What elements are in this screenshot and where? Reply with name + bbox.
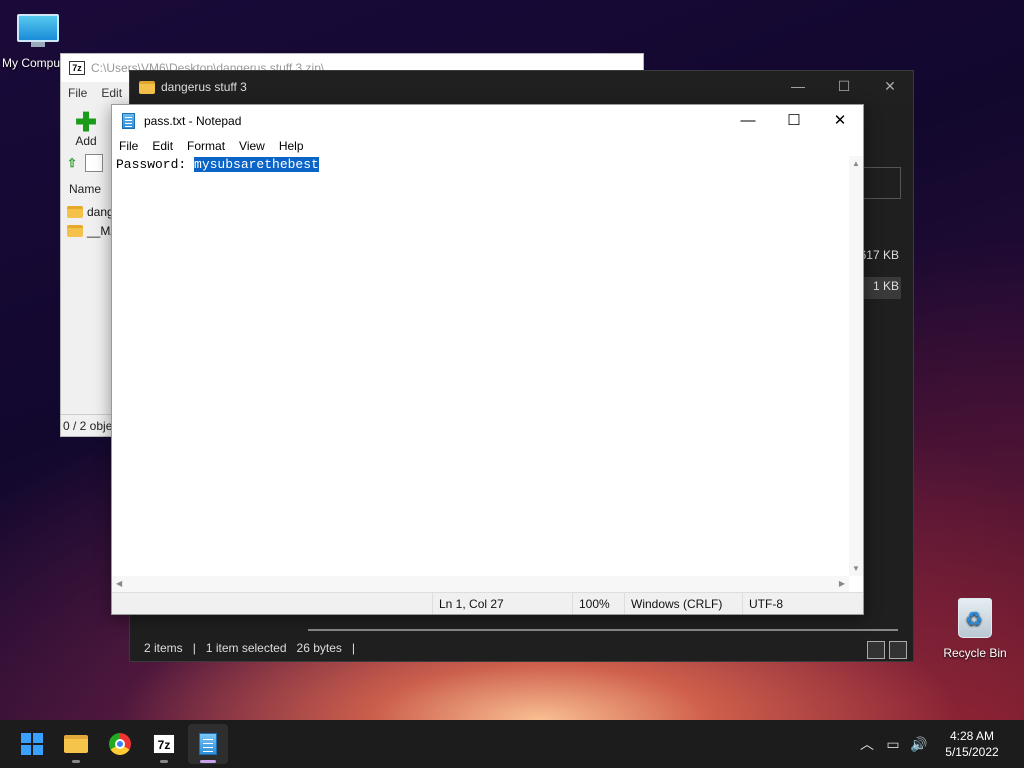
taskbar-chrome[interactable] <box>100 724 140 764</box>
vertical-scrollbar[interactable]: ▲ ▼ <box>849 156 863 576</box>
horizontal-scrollbar[interactable] <box>308 629 898 631</box>
maximize-button[interactable]: ☐ <box>771 105 817 135</box>
editor-text: Password: <box>116 157 195 172</box>
search-input[interactable] <box>861 167 901 199</box>
tiles-view-button[interactable] <box>889 641 907 659</box>
monitor-icon <box>17 14 59 48</box>
scroll-down-icon[interactable]: ▼ <box>852 564 860 573</box>
menu-format[interactable]: Format <box>187 139 225 153</box>
taskbar-file-explorer[interactable] <box>56 724 96 764</box>
volume-icon[interactable]: 🔊 <box>906 736 932 753</box>
menu-help[interactable]: Help <box>279 139 304 153</box>
clock-time: 4:28 AM <box>949 729 995 743</box>
scroll-left-icon[interactable]: ◀ <box>116 579 122 588</box>
network-icon[interactable]: ▭ <box>880 736 906 753</box>
sevenzip-icon: 7z <box>153 734 175 754</box>
status-divider: | <box>192 641 196 655</box>
file-explorer-icon <box>64 735 88 753</box>
notepad-window[interactable]: pass.txt - Notepad — ☐ ✕ File Edit Forma… <box>111 104 864 615</box>
menu-view[interactable]: View <box>239 139 265 153</box>
status-divider: | <box>351 641 356 655</box>
add-label: Add <box>75 134 97 148</box>
taskbar: 7z ︿ ▭ 🔊 4:28 AM 5/15/2022 <box>0 720 1024 768</box>
recycle-bin-label: Recycle Bin <box>943 646 1007 660</box>
recycle-bin-icon <box>958 598 992 638</box>
notepad-icon <box>122 112 135 129</box>
chrome-icon <box>109 733 131 755</box>
file-size: 617 KB <box>859 248 899 262</box>
menu-file[interactable]: File <box>119 139 138 153</box>
clock[interactable]: 4:28 AM 5/15/2022 <box>932 728 1012 760</box>
notepad-window-controls: — ☐ ✕ <box>725 105 863 135</box>
sevenzip-menu-file[interactable]: File <box>68 86 87 100</box>
path-icon <box>85 154 104 172</box>
folder-icon <box>67 224 83 237</box>
windows-logo-icon <box>21 733 43 755</box>
selected-text: mysubsarethebest <box>194 157 319 172</box>
minimize-button[interactable]: — <box>725 105 771 135</box>
start-button[interactable] <box>12 724 52 764</box>
maximize-button[interactable]: ☐ <box>821 71 867 101</box>
list-item-label: dang <box>87 204 114 219</box>
folder-icon <box>139 80 155 94</box>
sevenzip-menu-edit[interactable]: Edit <box>101 86 122 100</box>
cursor-position: Ln 1, Col 27 <box>432 593 572 614</box>
file-size: 1 KB <box>872 279 899 293</box>
sevenzip-icon: 7z <box>69 61 85 75</box>
close-button[interactable]: ✕ <box>867 71 913 101</box>
notepad-title: pass.txt - Notepad <box>144 113 242 128</box>
selected-count: 1 item selected <box>205 641 287 655</box>
scroll-right-icon[interactable]: ▶ <box>839 579 845 588</box>
minimize-button[interactable]: — <box>775 71 821 101</box>
clock-date: 5/15/2022 <box>945 745 999 759</box>
selected-size: 26 bytes <box>296 641 342 655</box>
explorer-statusbar: 2 items | 1 item selected 26 bytes | <box>130 635 913 661</box>
system-tray: ︿ ▭ 🔊 4:28 AM 5/15/2022 <box>854 720 1024 768</box>
taskbar-notepad[interactable] <box>188 724 228 764</box>
notepad-statusbar: Ln 1, Col 27 100% Windows (CRLF) UTF-8 <box>112 592 863 614</box>
line-ending: Windows (CRLF) <box>624 593 742 614</box>
chevron-up-icon[interactable]: ︿ <box>854 734 880 754</box>
details-view-button[interactable] <box>867 641 885 659</box>
menu-edit[interactable]: Edit <box>152 139 173 153</box>
encoding: UTF-8 <box>742 593 842 614</box>
add-button[interactable]: ✚ Add <box>71 107 101 148</box>
notepad-icon <box>199 733 217 755</box>
explorer-title: dangerus stuff 3 <box>161 80 247 94</box>
plus-icon: ✚ <box>75 107 97 137</box>
horizontal-scrollbar[interactable]: ◀ ▶ <box>112 576 849 592</box>
up-folder-icon[interactable]: ⇧ <box>67 156 77 170</box>
zoom-level: 100% <box>572 593 624 614</box>
scroll-up-icon[interactable]: ▲ <box>852 159 860 168</box>
text-editor[interactable]: Password: mysubsarethebest <box>112 156 849 576</box>
notepad-menubar: File Edit Format View Help <box>112 136 863 156</box>
desktop-icon-recycle-bin[interactable]: Recycle Bin <box>937 598 1013 660</box>
close-button[interactable]: ✕ <box>817 105 863 135</box>
item-count: 2 items <box>144 641 183 655</box>
status-spacer <box>112 593 432 614</box>
folder-icon <box>67 205 83 218</box>
taskbar-7zip[interactable]: 7z <box>144 724 184 764</box>
explorer-window-controls: — ☐ ✕ <box>775 71 913 101</box>
view-toggle <box>867 641 907 659</box>
